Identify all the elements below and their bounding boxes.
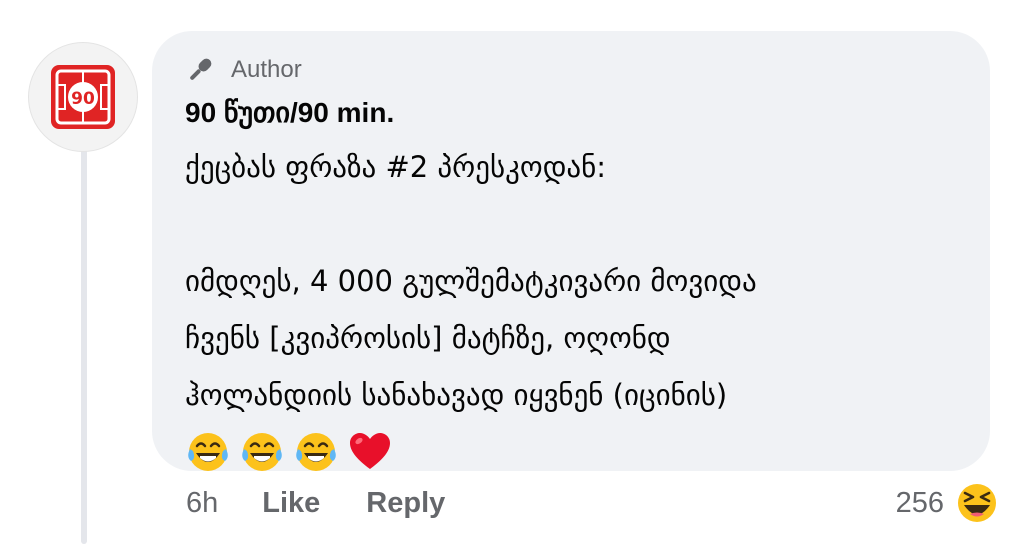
badge-label: Author: [231, 56, 302, 83]
comment-timestamp[interactable]: 6h: [186, 487, 218, 520]
comment-text: ქეცბას ფრაზა #2 პრესკოდან: იმდღეს, 4 000…: [185, 139, 990, 424]
avatar[interactable]: 90: [28, 42, 138, 152]
laughing-emoji-icon: [956, 482, 998, 524]
reaction-count: 256: [895, 486, 944, 519]
comment-thread: 90 Author 90 წუთი/90 min. ქეცბას ფრაზა #…: [0, 0, 1024, 544]
comment-actions: 6h Like Reply: [186, 480, 445, 526]
avatar-badge-text: 90: [71, 89, 95, 109]
reactions-summary[interactable]: 256: [896, 478, 1000, 528]
comment-line-blank: [185, 196, 990, 253]
comment-line: იმდღეს, 4 000 გულშემატკივარი მოვიდა: [185, 264, 757, 298]
microphone-icon: [185, 53, 219, 87]
comment-line: ჩვენს [კვიპროსის] მატჩზე, ოღონდ: [185, 321, 671, 355]
emoji-row: [185, 426, 990, 478]
author-badge: Author: [185, 51, 990, 89]
tears-of-joy-emoji-icon: [188, 433, 228, 471]
comment-line: ჰოლანდიის სანახავად იყვნენ (იცინის): [185, 378, 728, 412]
like-button[interactable]: Like: [262, 487, 320, 520]
reply-button[interactable]: Reply: [366, 487, 445, 520]
comment-line: ქეცბას ფრაზა #2 პრესკოდან:: [185, 150, 607, 184]
tears-of-joy-emoji-icon: [296, 433, 336, 471]
comment-bubble: Author 90 წუთი/90 min. ქეცბას ფრაზა #2 პ…: [152, 31, 990, 471]
page-logo-icon: 90: [51, 65, 115, 129]
tears-of-joy-emoji-icon: [242, 433, 282, 471]
thread-connector-line: [81, 146, 87, 544]
red-heart-emoji-icon: [350, 433, 390, 469]
author-name[interactable]: 90 წუთი/90 min.: [185, 95, 990, 131]
